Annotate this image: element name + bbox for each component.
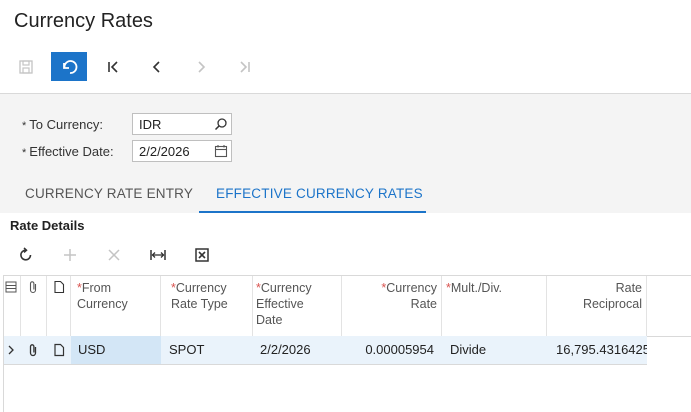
page-title: Currency Rates: [14, 10, 153, 32]
calendar-icon[interactable]: [214, 144, 228, 161]
undo-button[interactable]: [51, 52, 87, 81]
effective-date-value: 2/2/2026: [139, 144, 190, 159]
paperclip-icon: [29, 281, 37, 294]
undo-icon: [63, 59, 78, 74]
grid-header: *From Currency *Currency Rate Type *Curr…: [3, 275, 691, 337]
delete-row-button[interactable]: [101, 242, 127, 268]
row-paperclip-icon[interactable]: [27, 336, 43, 364]
to-currency-label-text: To Currency:: [29, 117, 103, 132]
column-settings-icon: [5, 281, 17, 293]
last-record-icon: [240, 60, 250, 73]
from-currency-cell[interactable]: USD: [71, 336, 161, 364]
add-row-button[interactable]: [57, 242, 83, 268]
save-button[interactable]: [8, 52, 44, 81]
grid-toolbar: [0, 242, 691, 268]
refresh-icon: [20, 247, 32, 261]
from-currency-header[interactable]: *From Currency: [71, 276, 161, 336]
search-icon[interactable]: [214, 117, 228, 134]
chevron-left-icon: [152, 60, 160, 73]
active-tab-indicator: [199, 211, 426, 213]
next-record-button[interactable]: [183, 52, 219, 81]
first-record-icon: [108, 60, 118, 73]
to-currency-value: IDR: [139, 117, 162, 132]
tab-currency-rate-entry[interactable]: CURRENCY RATE ENTRY: [25, 186, 193, 201]
currency-effective-date-header[interactable]: *Currency Effective Date: [253, 276, 342, 336]
grid-left-border: [3, 275, 4, 412]
main-toolbar: [0, 52, 691, 82]
note-icon: [54, 280, 65, 294]
mult-div-cell[interactable]: Divide: [442, 336, 547, 364]
save-icon: [19, 59, 33, 74]
effective-date-label-text: Effective Date:: [29, 144, 114, 159]
excel-icon: [195, 248, 209, 262]
currency-effective-date-cell[interactable]: 2/2/2026: [253, 336, 342, 364]
previous-record-button[interactable]: [139, 52, 175, 81]
effective-date-label: * Effective Date:: [22, 144, 114, 159]
first-record-button[interactable]: [95, 52, 131, 81]
to-currency-label: * To Currency:: [22, 117, 103, 132]
currency-rate-type-header[interactable]: *Currency Rate Type: [161, 276, 253, 336]
attachments-header[interactable]: [21, 276, 47, 336]
tab-effective-currency-rates[interactable]: EFFECTIVE CURRENCY RATES: [216, 186, 423, 201]
row-note-icon[interactable]: [53, 336, 69, 364]
export-excel-button[interactable]: [189, 242, 215, 268]
row-selector-header[interactable]: [3, 276, 21, 336]
plus-icon: [64, 249, 76, 261]
section-title: Rate Details: [10, 218, 85, 233]
currency-rate-header[interactable]: *Currency Rate: [342, 276, 442, 336]
required-marker: *: [22, 147, 27, 159]
close-icon: [108, 249, 120, 261]
last-record-button[interactable]: [227, 52, 263, 81]
row-expand-icon[interactable]: [6, 336, 20, 364]
fit-columns-button[interactable]: [145, 242, 171, 268]
rate-reciprocal-cell[interactable]: 16,795.4316425: [547, 336, 647, 364]
chevron-right-icon: [198, 60, 206, 73]
required-marker: *: [22, 120, 27, 132]
mult-div-header[interactable]: *Mult./Div.: [442, 276, 547, 336]
notes-header[interactable]: [47, 276, 71, 336]
currency-rate-cell[interactable]: 0.00005954: [342, 336, 442, 364]
fit-width-icon: [150, 250, 166, 260]
table-row[interactable]: USD SPOT 2/2/2026 0.00005954 Divide 16,7…: [3, 336, 647, 365]
rate-reciprocal-header[interactable]: Rate Reciprocal: [547, 276, 647, 336]
to-currency-input[interactable]: IDR: [132, 113, 232, 135]
currency-rate-type-cell[interactable]: SPOT: [161, 336, 253, 364]
effective-date-input[interactable]: 2/2/2026: [132, 140, 232, 162]
refresh-button[interactable]: [13, 242, 39, 268]
